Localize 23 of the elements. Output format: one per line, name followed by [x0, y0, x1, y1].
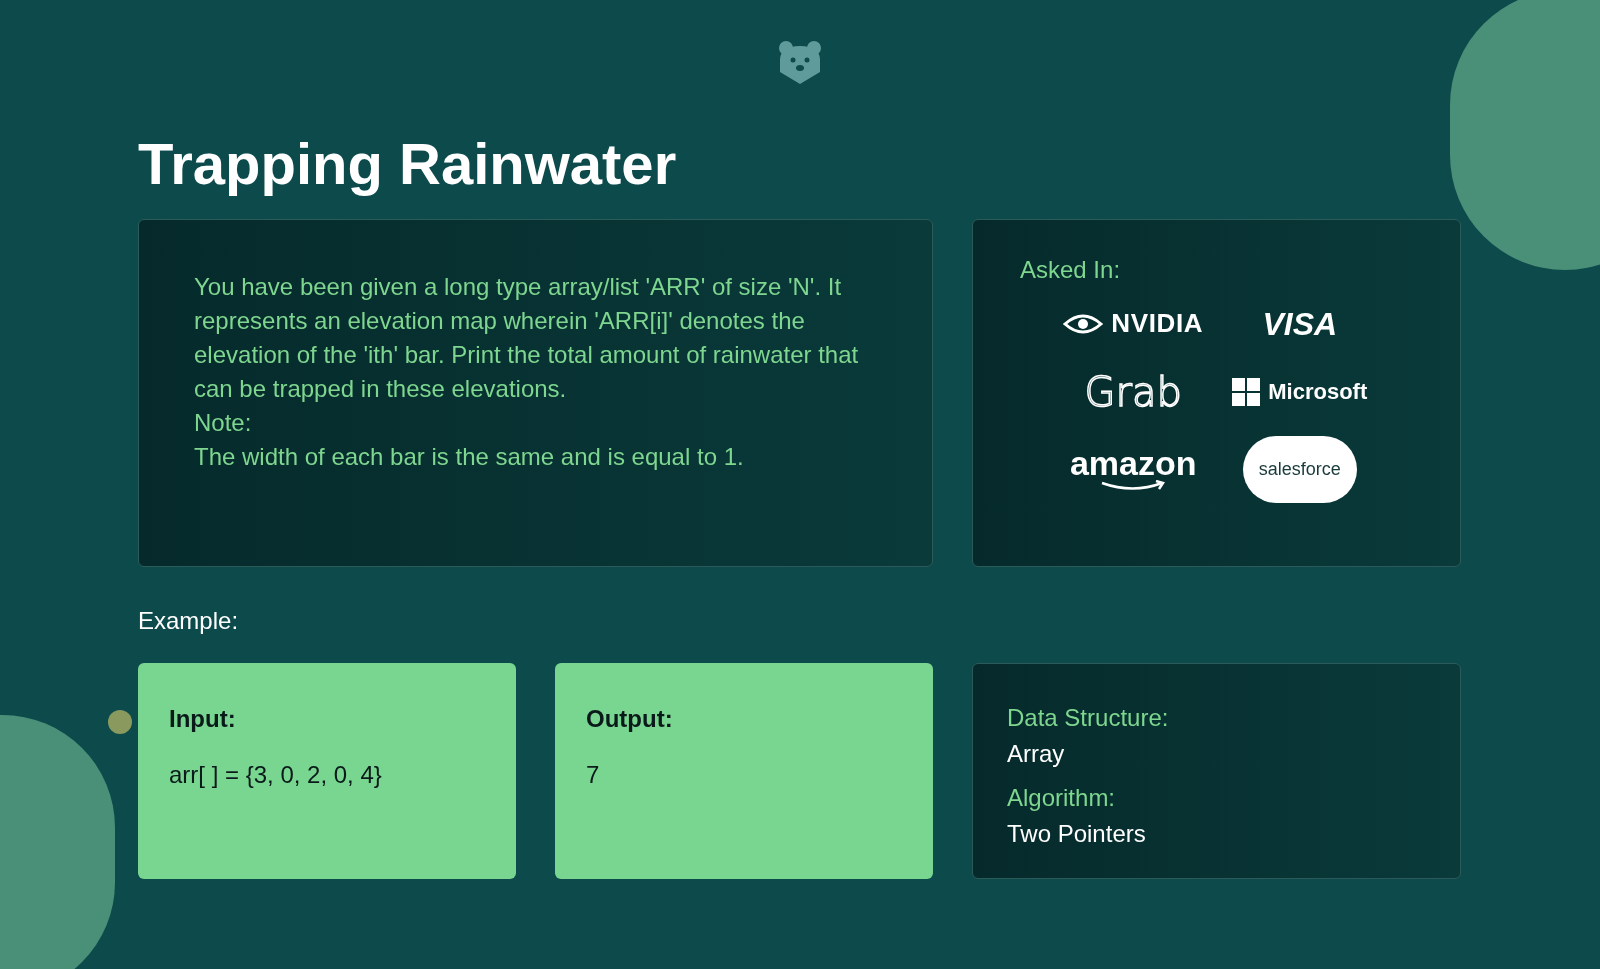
company-logo: VISA	[1262, 304, 1338, 344]
example-label-text: Input:	[169, 703, 237, 734]
page-title: Trapping Rainwater	[138, 130, 678, 198]
asked-in-label: Asked In:	[1020, 254, 1122, 285]
example-value: arr[ ] = {3, 0, 2, 0, 4}	[169, 759, 383, 790]
example-label: Example:	[138, 605, 240, 636]
eye-icon	[1063, 311, 1104, 336]
company-logo: Microsoft	[1268, 378, 1368, 406]
meta-value: Two Pointers	[1007, 818, 1147, 849]
example-value: 7	[586, 759, 601, 790]
company-logo: NVIDIA	[1111, 307, 1204, 340]
meta-label: Data Structure:	[1007, 702, 1170, 733]
company-logo: Grab	[1084, 367, 1182, 417]
example-label-text: Output:	[586, 703, 674, 734]
description-text: The width of each bar is the same and is equal to 1.	[194, 441, 745, 472]
meta-label: Algorithm:	[1007, 782, 1117, 813]
description-text: Note:	[194, 407, 253, 438]
description-text: You have been given a long type array/list 'ARR' of size 'N'. It represents an elevation map wherein 'ARR[i]' denotes the elevation of the 'ith' bar. Print the total amount of rainwater that can be trapped in these elevations.	[194, 271, 860, 404]
company-logo: amazon	[1069, 446, 1197, 480]
cloud-logo: salesforce	[1242, 435, 1357, 503]
windows-grid-icon	[1232, 377, 1261, 406]
meta-value: Array	[1007, 738, 1066, 769]
bear-face-icon	[776, 38, 824, 86]
